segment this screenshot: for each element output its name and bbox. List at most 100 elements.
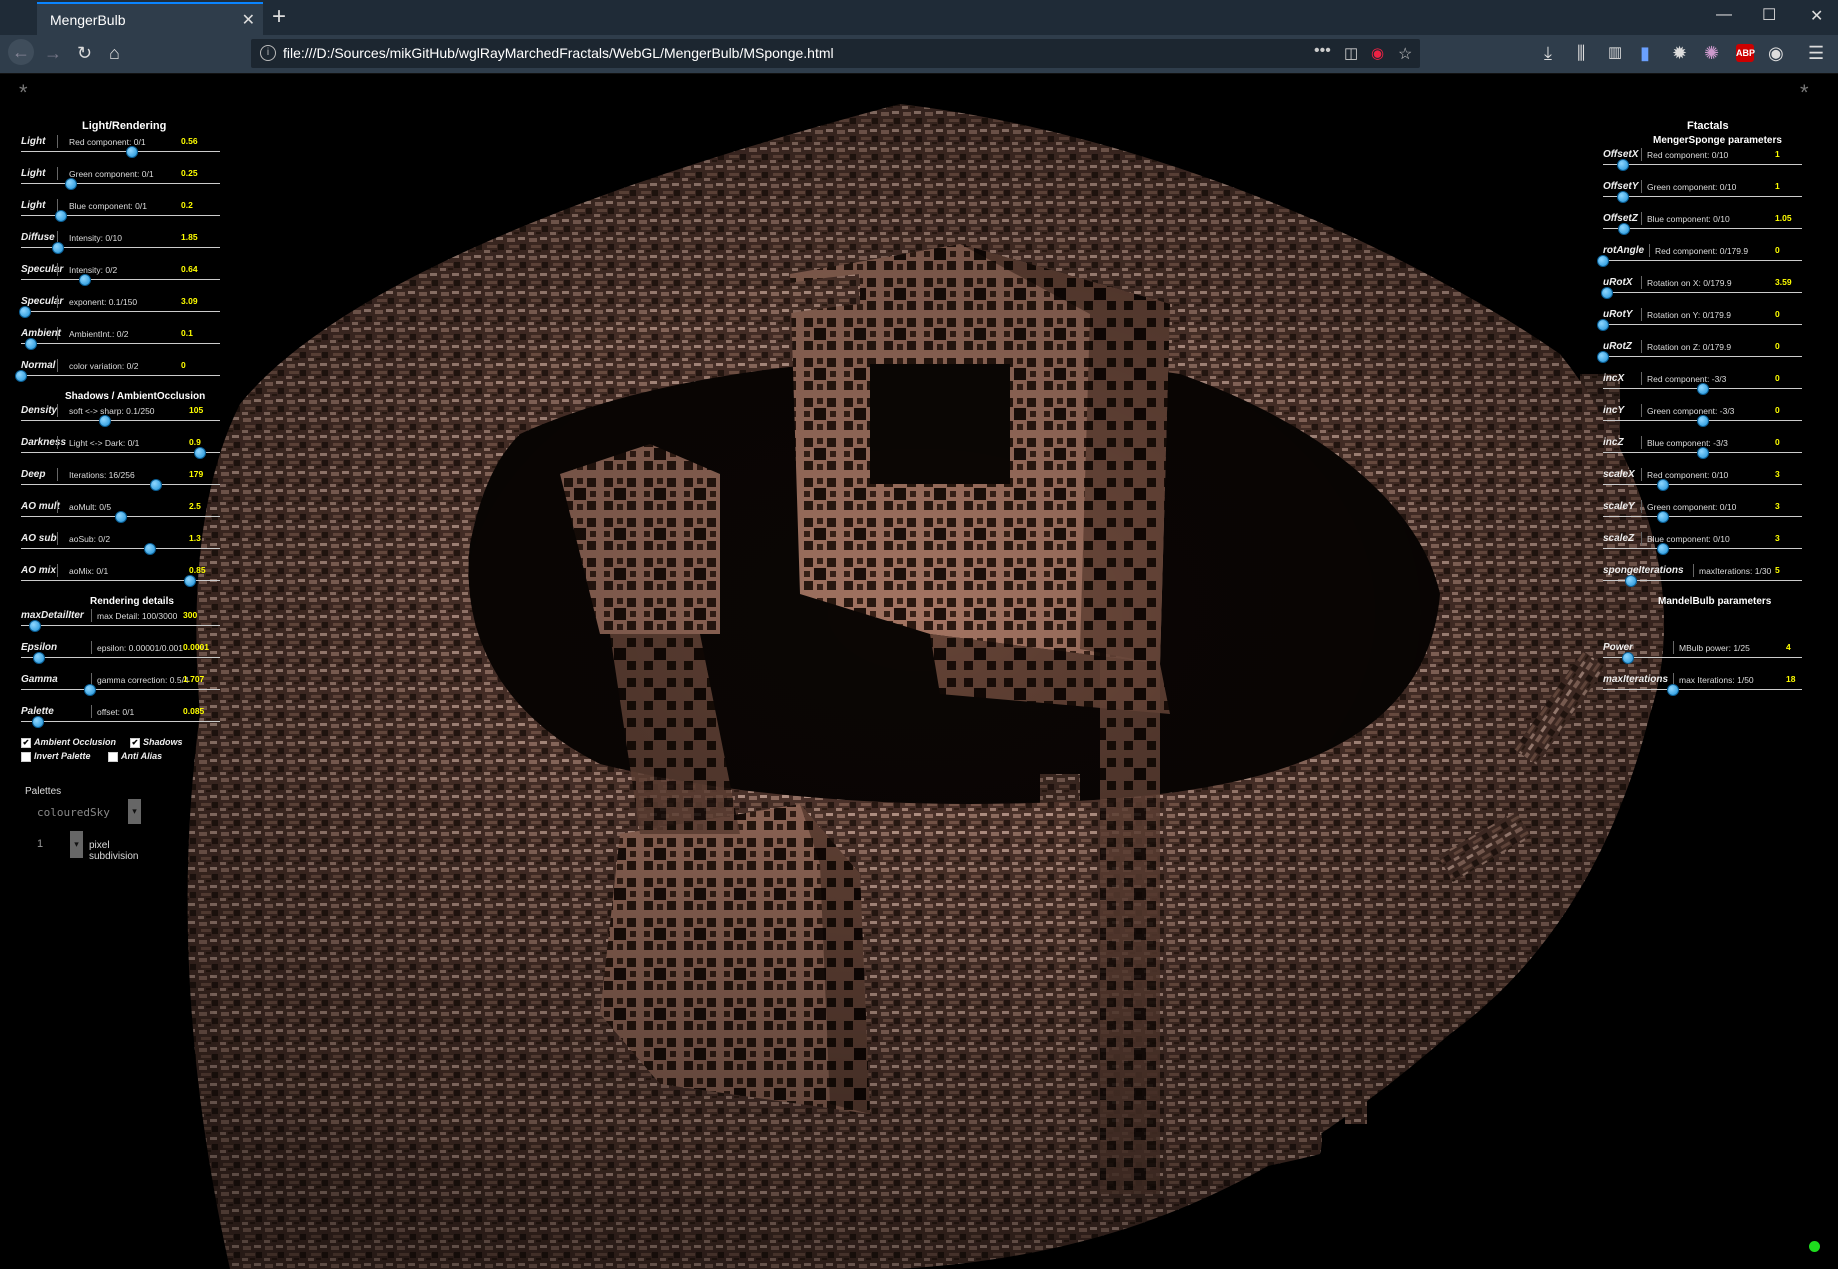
library-icon[interactable]: ⫼ [1577,43,1585,64]
slider-track[interactable] [21,625,220,626]
slider-handle[interactable] [83,684,96,696]
slider-handle[interactable] [1597,255,1609,267]
slider-handle[interactable] [32,652,45,664]
arrow-right-icon[interactable]: → [44,43,62,64]
checkbox-box[interactable]: ✔ [130,737,140,748]
slider-track[interactable] [21,279,220,280]
checkbox-box[interactable] [108,751,118,762]
more-actions-icon[interactable]: ••• [1314,42,1331,60]
minimize-icon[interactable]: — [1716,6,1732,24]
slider-track[interactable] [21,689,220,690]
extension-color-icon[interactable]: ✺ [1704,43,1719,64]
slider-handle[interactable] [1621,652,1634,664]
slider-handle[interactable] [24,338,37,350]
screenshot-icon[interactable]: ◉ [1371,44,1384,62]
slider-track[interactable] [21,183,220,184]
slider-handle[interactable] [1656,479,1669,491]
adblock-icon[interactable]: ABP [1736,44,1755,62]
extension-book-icon[interactable]: ▮ [1640,43,1650,64]
palette-select[interactable]: colouredSky ▾ [25,798,141,826]
slider-track[interactable] [1603,196,1802,197]
slider-handle[interactable] [1600,287,1613,299]
slider-track[interactable] [1603,356,1802,357]
ambient-occlusion-checkbox[interactable]: ✔ Ambient Occlusion [21,737,116,748]
slider-handle[interactable] [144,543,157,555]
checkbox-box[interactable]: ✔ [21,737,31,748]
browser-tab[interactable]: MengerBulb ✕ [37,2,263,35]
url-text[interactable]: file:///D:/Sources/mikGitHub/wglRayMarch… [283,45,834,61]
slider-track[interactable] [21,343,220,344]
slider-handle[interactable] [1597,351,1609,363]
slider-handle[interactable] [15,370,27,382]
account-icon[interactable]: ◉ [1768,43,1784,64]
slider-track[interactable] [1603,164,1802,165]
address-bar[interactable]: i file:///D:/Sources/mikGitHub/wglRayMar… [251,39,1420,68]
anti-alias-checkbox[interactable]: Anti Alias [108,751,162,762]
reload-icon[interactable]: ↻ [77,43,92,64]
slider-track[interactable] [21,247,220,248]
pixel-subdivision-select[interactable]: 1 ▾ [25,831,83,858]
new-tab-icon[interactable]: + [272,3,286,31]
slider-track[interactable] [1603,689,1802,690]
slider-handle[interactable] [51,242,64,254]
slider-handle[interactable] [1617,223,1630,235]
gear-icon[interactable]: ✹ [1672,43,1687,64]
download-icon[interactable]: ⤓ [1544,43,1552,64]
chevron-down-icon[interactable]: ▾ [70,831,83,858]
slider-handle[interactable] [18,306,31,318]
right-panel-toggle-icon[interactable]: * [1800,80,1809,106]
slider-track[interactable] [21,721,220,722]
home-icon[interactable]: ⌂ [109,43,120,64]
slider-track[interactable] [21,151,220,152]
slider-track[interactable] [21,484,220,485]
close-tab-icon[interactable]: ✕ [242,10,255,30]
slider-handle[interactable] [64,178,77,190]
slider-track[interactable] [21,657,220,658]
slider-track[interactable] [1603,484,1802,485]
slider-track[interactable] [21,375,220,376]
close-window-icon[interactable]: ✕ [1810,6,1823,26]
chevron-down-icon[interactable]: ▾ [128,799,141,824]
slider-track[interactable] [21,548,220,549]
slider-track[interactable] [1603,260,1802,261]
shadows-checkbox[interactable]: ✔ Shadows [130,737,183,748]
slider-handle[interactable] [28,620,41,632]
slider-track[interactable] [21,452,220,453]
slider-handle[interactable] [114,511,127,523]
sidebar-icon[interactable]: ▥ [1608,43,1622,61]
slider-handle[interactable] [78,274,91,286]
slider-track[interactable] [21,311,220,312]
info-icon[interactable]: i [260,45,276,61]
hamburger-menu-icon[interactable]: ☰ [1808,43,1824,64]
slider-handle[interactable] [1696,415,1709,427]
checkbox-box[interactable] [21,751,31,762]
slider-handle[interactable] [1656,511,1669,523]
slider-handle[interactable] [1696,383,1709,395]
bookmark-star-icon[interactable]: ☆ [1398,44,1412,64]
slider-track[interactable] [1603,548,1802,549]
slider-handle[interactable] [98,415,111,427]
slider-handle[interactable] [54,210,67,222]
slider-handle[interactable] [1597,319,1609,331]
slider-handle[interactable] [1666,684,1679,696]
maximize-icon[interactable]: ☐ [1762,5,1776,25]
slider-handle[interactable] [1656,543,1669,555]
slider-track[interactable] [1603,324,1802,325]
slider-handle[interactable] [194,447,207,459]
slider-handle[interactable] [1696,447,1709,459]
slider-track[interactable] [1603,292,1802,293]
slider-track[interactable] [1603,516,1802,517]
slider-handle[interactable] [126,146,139,158]
slider-handle[interactable] [1624,575,1637,587]
slider-track[interactable] [21,420,220,421]
slider-track[interactable] [21,215,220,216]
left-panel-toggle-icon[interactable]: * [19,80,28,106]
slider-handle[interactable] [1616,159,1629,171]
slider-handle[interactable] [150,479,163,491]
slider-handle[interactable] [31,716,44,728]
webgl-canvas[interactable]: * * [0,74,1838,1269]
pocket-icon[interactable]: ◫ [1344,44,1358,62]
arrow-left-icon[interactable]: ← [8,39,34,65]
slider-handle[interactable] [184,575,197,587]
invert-palette-checkbox[interactable]: Invert Palette [21,751,91,762]
